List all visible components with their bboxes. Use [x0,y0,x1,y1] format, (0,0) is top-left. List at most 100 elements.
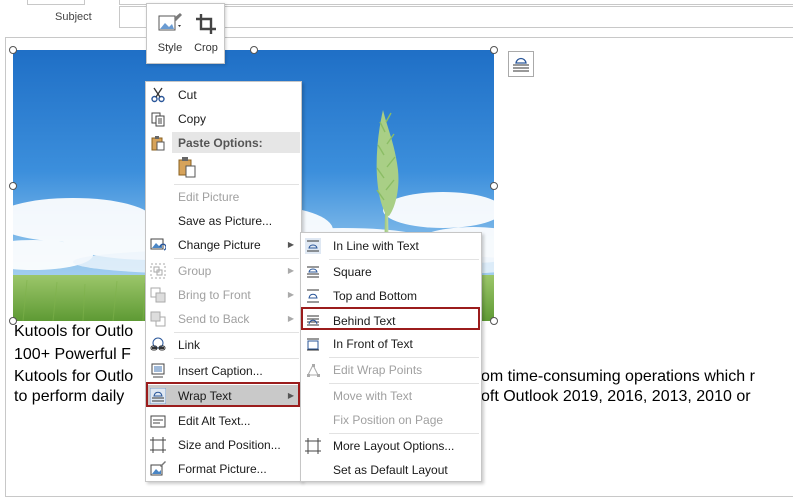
submenu-item-set-as-default-layout[interactable]: Set as Default Layout [303,459,479,481]
group-icon [150,263,166,279]
crop-icon [196,14,216,34]
picture-style-icon [158,13,182,31]
menu-label-edit-alt-text: Edit Alt Text... [178,414,251,428]
menu-item-group: Group ▶ [148,260,299,282]
menu-item-size-and-position[interactable]: Size and Position... [148,434,299,456]
doc-line-3-tail: om time-consuming operations which r [481,368,755,385]
submenu-arrow-icon: ▶ [287,266,294,275]
menu-item-save-as-picture[interactable]: Save as Picture... [148,210,299,232]
menu-item-cut[interactable]: Cut [148,84,299,106]
size-position-icon [150,437,166,453]
menu-item-send-to-back: Send to Back ▶ [148,308,299,330]
doc-line-2: 100+ Powerful F [14,346,131,363]
submenu-label-top-and-bottom: Top and Bottom [333,289,418,303]
submenu-item-square[interactable]: Square [303,261,479,283]
header-left-box [27,0,85,5]
clipboard-icon [151,136,165,151]
resize-handle-top-left[interactable] [9,46,17,54]
style-label: Style [157,42,183,54]
menu-item-bring-to-front: Bring to Front ▶ [148,284,299,306]
wrap-text-highlight [146,382,300,407]
subject-label: Subject [55,11,92,23]
menu-label-group: Group [178,264,212,278]
submenu-item-top-and-bottom[interactable]: Top and Bottom [303,285,479,307]
square-wrap-icon [307,266,319,278]
menu-label-save-as-picture: Save as Picture... [178,214,273,228]
menu-label-send-to-back: Send to Back [178,312,250,326]
menu-item-edit-alt-text[interactable]: Edit Alt Text... [148,410,299,432]
insert-caption-icon [151,363,165,378]
top-and-bottom-icon [307,289,319,303]
style-button[interactable]: Style [153,10,187,60]
submenu-item-in-front-of-text[interactable]: In Front of Text [303,333,479,355]
submenu-item-in-line-with-text[interactable]: In Line with Text [303,235,479,257]
menu-separator [329,433,479,434]
crop-label: Crop [194,42,218,54]
submenu-item-move-with-text: Move with Text [303,385,479,407]
change-picture-icon [150,238,166,251]
menu-label-edit-picture: Edit Picture [178,190,240,204]
submenu-arrow-icon: ▶ [287,290,294,299]
menu-separator [174,184,299,185]
resize-handle-middle-left[interactable] [9,182,17,190]
menu-item-format-picture[interactable]: Format Picture... [148,458,299,480]
submenu-label-fix-position: Fix Position on Page [333,413,444,427]
menu-label-format-picture: Format Picture... [178,462,267,476]
resize-handle-middle-right[interactable] [490,182,498,190]
menu-separator [329,383,479,384]
resize-handle-top-center[interactable] [250,46,258,54]
layout-options-button[interactable] [508,51,534,77]
menu-separator [174,258,299,259]
resize-handle-top-right[interactable] [490,46,498,54]
context-menu: Cut Copy Paste Options: Edit Picture Sav… [145,81,302,482]
submenu-label-in-front: In Front of Text [333,337,413,351]
menu-item-paste-options: Paste Options: [148,132,299,154]
copy-icon [151,112,165,127]
menu-label-size-and-position: Size and Position... [178,438,281,452]
submenu-arrow-icon: ▶ [287,314,294,323]
menu-separator [329,357,479,358]
behind-text-highlight [301,307,480,330]
menu-label-insert-caption: Insert Caption... [178,364,263,378]
menu-item-insert-caption[interactable]: Insert Caption... [148,360,299,382]
crop-button[interactable]: Crop [189,10,223,60]
menu-separator [174,332,299,333]
menu-item-copy[interactable]: Copy [148,108,299,130]
submenu-item-fix-position-on-page: Fix Position on Page [303,409,479,431]
doc-line-4: to perform daily [14,388,125,405]
submenu-item-edit-wrap-points: Edit Wrap Points [303,359,479,381]
menu-label-paste-options: Paste Options: [178,136,263,150]
menu-label-link: Link [178,338,201,352]
paste-icon [178,157,196,178]
menu-item-link[interactable]: Link [148,334,299,356]
submenu-label-set-default-layout: Set as Default Layout [333,463,448,477]
menu-separator [174,358,299,359]
menu-label-bring-to-front: Bring to Front [178,288,251,302]
format-picture-icon [150,461,166,476]
menu-item-edit-picture: Edit Picture [148,186,299,208]
wrap-text-submenu: In Line with Text Square Top and Bottom … [300,232,482,482]
submenu-item-more-layout-options[interactable]: More Layout Options... [303,435,479,457]
submenu-label-edit-wrap-points: Edit Wrap Points [333,363,423,377]
paste-keep-source-button[interactable] [177,156,199,180]
submenu-label-square: Square [333,265,372,279]
menu-label-copy: Copy [178,112,207,126]
link-icon [150,337,166,351]
menu-label-change-picture: Change Picture [178,238,261,252]
menu-item-change-picture[interactable]: Change Picture ▶ [148,234,299,256]
edit-wrap-points-icon [307,363,320,377]
submenu-label-more-layout-options: More Layout Options... [333,439,455,453]
layout-options-icon [513,57,529,72]
submenu-label-move-with-text: Move with Text [333,389,413,403]
doc-line-1: Kutools for Outlo [14,323,134,340]
bring-to-front-icon [150,287,166,303]
submenu-label-in-line: In Line with Text [333,239,419,253]
menu-label-cut: Cut [178,88,197,102]
resize-handle-bottom-right[interactable] [490,317,498,325]
alt-text-icon [150,415,166,428]
send-to-back-icon [150,311,166,327]
in-front-of-text-icon [307,338,319,351]
submenu-arrow-icon: ▶ [287,240,294,249]
doc-line-4-tail: oft Outlook 2019, 2016, 2013, 2010 or [481,388,751,405]
doc-line-3: Kutools for Outlo [14,368,134,385]
